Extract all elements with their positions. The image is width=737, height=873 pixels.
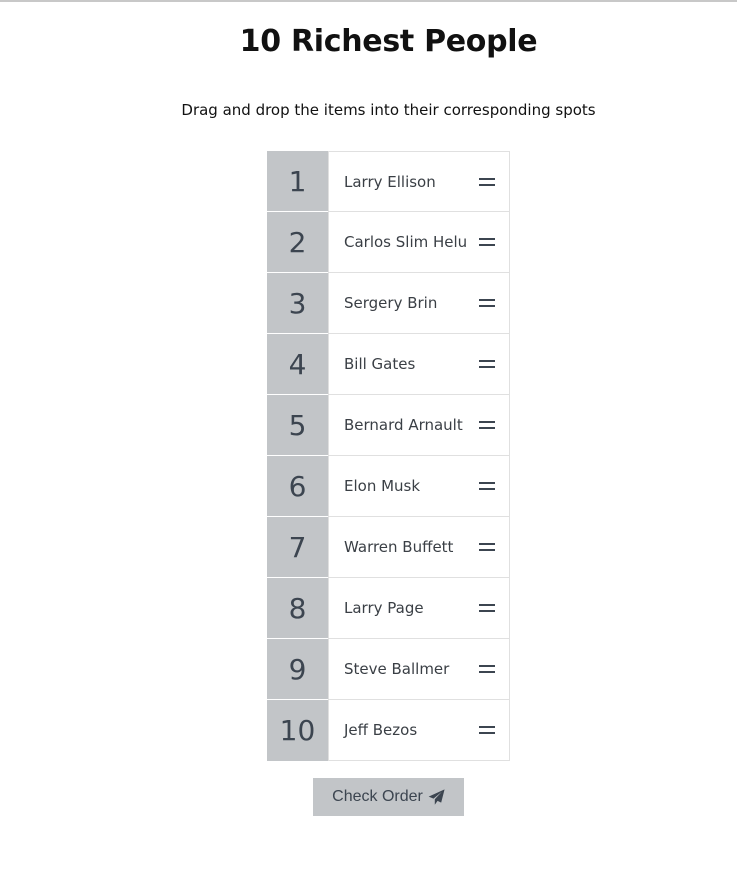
draggable-person-item[interactable]: Larry Ellison: [328, 151, 510, 212]
drag-handle-icon[interactable]: [479, 726, 495, 734]
person-name: Bill Gates: [344, 355, 416, 373]
drag-handle-icon[interactable]: [479, 299, 495, 307]
person-name: Bernard Arnault: [344, 416, 463, 434]
rank-number: 5: [267, 395, 328, 456]
top-border: [0, 0, 737, 2]
check-order-button[interactable]: Check Order: [313, 778, 464, 816]
drag-handle-icon[interactable]: [479, 482, 495, 490]
draggable-person-item[interactable]: Sergery Brin: [328, 273, 510, 334]
rank-number: 4: [267, 334, 328, 395]
draggable-person-item[interactable]: Larry Page: [328, 578, 510, 639]
rank-row: 7 Warren Buffett: [267, 517, 510, 578]
rank-number: 7: [267, 517, 328, 578]
drag-handle-icon[interactable]: [479, 543, 495, 551]
rank-row: 4 Bill Gates: [267, 334, 510, 395]
drag-handle-icon[interactable]: [479, 421, 495, 429]
rank-row: 1 Larry Ellison: [267, 151, 510, 212]
paper-plane-icon: [428, 788, 445, 805]
rank-row: 5 Bernard Arnault: [267, 395, 510, 456]
rank-number: 8: [267, 578, 328, 639]
person-name: Larry Ellison: [344, 172, 436, 191]
draggable-person-item[interactable]: Warren Buffett: [328, 517, 510, 578]
drag-handle-icon[interactable]: [479, 604, 495, 612]
drag-handle-icon[interactable]: [479, 238, 495, 246]
instructions-text: Drag and drop the items into their corre…: [181, 101, 596, 119]
rank-row: 9 Steve Ballmer: [267, 639, 510, 700]
person-name: Carlos Slim Helu: [344, 233, 468, 251]
rank-number: 1: [267, 151, 328, 212]
page-title: 10 Richest People: [239, 24, 538, 59]
person-name: Sergery Brin: [344, 294, 438, 312]
draggable-person-item[interactable]: Jeff Bezos: [328, 700, 510, 761]
rank-row: 3 Sergery Brin: [267, 273, 510, 334]
drag-handle-icon[interactable]: [479, 177, 495, 186]
person-name: Elon Musk: [344, 477, 421, 495]
rank-number: 9: [267, 639, 328, 700]
person-name: Larry Page: [344, 599, 424, 617]
person-name: Warren Buffett: [344, 538, 454, 556]
draggable-person-item[interactable]: Bill Gates: [328, 334, 510, 395]
ranking-list: 1 Larry Ellison 2 Carlos Slim Helu 3 Ser…: [267, 151, 510, 761]
draggable-person-item[interactable]: Carlos Slim Helu: [328, 212, 510, 273]
person-name: Jeff Bezos: [344, 721, 418, 739]
rank-number: 6: [267, 456, 328, 517]
rank-number: 2: [267, 212, 328, 273]
rank-row: 6 Elon Musk: [267, 456, 510, 517]
rank-row: 10 Jeff Bezos: [267, 700, 510, 761]
drag-handle-icon[interactable]: [479, 665, 495, 673]
drag-handle-icon[interactable]: [479, 360, 495, 368]
draggable-person-item[interactable]: Bernard Arnault: [328, 395, 510, 456]
rank-number: 10: [267, 700, 328, 761]
rank-row: 2 Carlos Slim Helu: [267, 212, 510, 273]
draggable-person-item[interactable]: Steve Ballmer: [328, 639, 510, 700]
person-name: Steve Ballmer: [344, 660, 450, 678]
check-order-label: Check Order: [332, 788, 423, 805]
draggable-person-item[interactable]: Elon Musk: [328, 456, 510, 517]
rank-number: 3: [267, 273, 328, 334]
rank-row: 8 Larry Page: [267, 578, 510, 639]
